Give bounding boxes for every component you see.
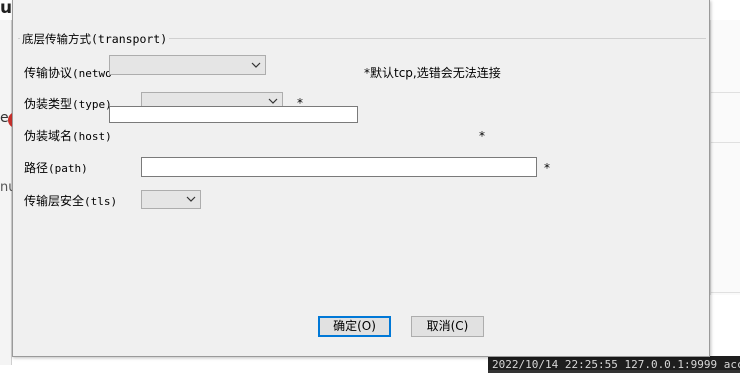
path-label: 路径(path) bbox=[24, 161, 88, 175]
network-note: *默认tcp,选错会无法连接 bbox=[364, 66, 501, 80]
path-input[interactable] bbox=[141, 157, 537, 177]
path-required-mark: * bbox=[544, 161, 550, 175]
background-divider bbox=[710, 292, 740, 293]
host-required-mark: * bbox=[479, 129, 485, 143]
chevron-down-icon bbox=[186, 196, 196, 202]
background-right-panel bbox=[710, 20, 740, 295]
network-label: 传输协议(netwo bbox=[24, 66, 112, 80]
chevron-down-icon bbox=[251, 62, 261, 68]
transport-group-title: 底层传输方式(transport) bbox=[20, 31, 170, 47]
background-divider bbox=[710, 142, 740, 143]
tls-select[interactable] bbox=[141, 190, 201, 209]
host-label: 伪装域名(host) bbox=[24, 129, 112, 143]
background-divider bbox=[710, 92, 740, 93]
ok-button[interactable]: 确定(O) bbox=[318, 316, 391, 337]
type-label: 伪装类型(type) bbox=[24, 97, 112, 111]
host-input[interactable] bbox=[109, 106, 358, 123]
tls-label: 传输层安全(tls) bbox=[24, 194, 118, 208]
transport-settings-dialog: 底层传输方式(transport) 传输协议(netwo *默认tcp,选错会无… bbox=[12, 0, 710, 357]
network-select[interactable] bbox=[109, 55, 266, 75]
cancel-button[interactable]: 取消(C) bbox=[411, 316, 484, 337]
